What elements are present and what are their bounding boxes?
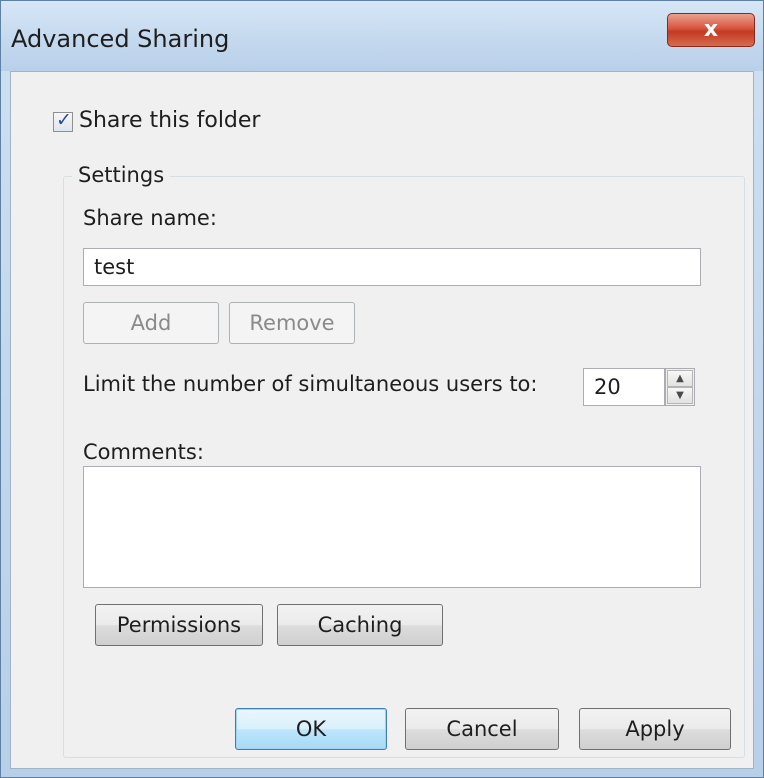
close-button[interactable]: x	[667, 13, 755, 47]
limit-users-value: 20	[594, 375, 621, 399]
share-folder-label[interactable]: Share this folder	[79, 108, 260, 133]
window-title: Advanced Sharing	[11, 25, 230, 53]
share-folder-checkbox[interactable]: ✓	[53, 109, 73, 132]
close-icon: x	[703, 17, 719, 42]
share-name-value: test	[94, 255, 135, 279]
limit-users-label: Limit the number of simultaneous users t…	[83, 372, 538, 396]
share-name-input[interactable]: test	[83, 248, 701, 286]
title-bar[interactable]: Advanced Sharing x	[1, 1, 763, 71]
caching-button[interactable]: Caching	[277, 604, 443, 646]
ok-button[interactable]: OK	[235, 708, 387, 750]
share-name-label: Share name:	[83, 206, 217, 230]
dialog-body: ✓ Share this folder Settings Share name:…	[10, 71, 754, 769]
comments-label: Comments:	[83, 440, 204, 464]
apply-button[interactable]: Apply	[579, 708, 731, 750]
add-button[interactable]: Add	[83, 302, 219, 344]
cancel-button[interactable]: Cancel	[405, 708, 559, 750]
spin-up-icon[interactable]: ▲	[667, 370, 693, 387]
permissions-button[interactable]: Permissions	[95, 604, 263, 646]
advanced-sharing-window: Advanced Sharing x ✓ Share this folder S…	[0, 0, 764, 778]
checkmark-icon: ✓	[56, 109, 72, 131]
limit-users-spinner[interactable]: ▲ ▼	[665, 368, 695, 406]
comments-textarea[interactable]	[83, 466, 701, 588]
limit-users-input[interactable]: 20	[583, 368, 665, 406]
spin-down-icon[interactable]: ▼	[667, 387, 693, 404]
settings-legend: Settings	[72, 163, 171, 187]
remove-button[interactable]: Remove	[229, 302, 355, 344]
